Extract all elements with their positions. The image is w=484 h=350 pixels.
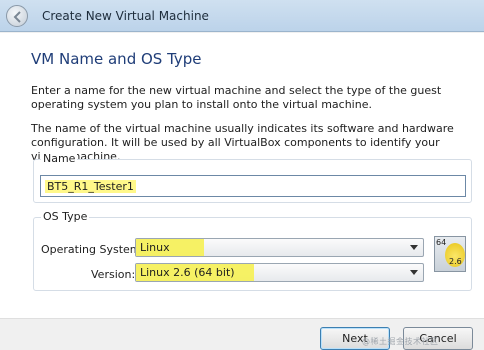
linux-os-icon: 64 2.6 xyxy=(434,236,466,272)
version-select[interactable]: Linux 2.6 (64 bit) xyxy=(135,263,424,282)
name-group: Name BT5_R1_Tester1 xyxy=(33,152,472,203)
operating-system-value: Linux xyxy=(140,241,170,254)
back-button[interactable] xyxy=(6,5,28,27)
version-value: Linux 2.6 (64 bit) xyxy=(140,266,235,279)
os-icon-version: 2.6 xyxy=(449,257,462,266)
back-arrow-icon xyxy=(13,11,21,23)
os-type-group: OS Type Operating System: Linux Version:… xyxy=(33,210,472,291)
operating-system-label: Operating System: xyxy=(41,243,145,256)
window-title: Create New Virtual Machine xyxy=(42,9,209,23)
page-heading: VM Name and OS Type xyxy=(31,50,202,68)
intro-paragraph: Enter a name for the new virtual machine… xyxy=(31,84,442,111)
name-group-label: Name xyxy=(41,152,78,165)
chevron-down-icon xyxy=(410,270,418,275)
os-type-group-label: OS Type xyxy=(41,210,90,223)
title-bar: Create New Virtual Machine xyxy=(0,0,484,32)
wizard-content: VM Name and OS Type Enter a name for the… xyxy=(0,33,484,318)
vm-name-value: BT5_R1_Tester1 xyxy=(45,180,136,193)
chevron-down-icon xyxy=(410,245,418,250)
version-label: Version: xyxy=(91,268,136,281)
name-info-paragraph: The name of the virtual machine usually … xyxy=(31,122,454,163)
operating-system-select[interactable]: Linux xyxy=(135,238,424,257)
vm-name-input[interactable]: BT5_R1_Tester1 xyxy=(40,175,466,197)
os-icon-bits: 64 xyxy=(436,238,447,247)
watermark: @稀土掘金技术社区 xyxy=(362,337,439,346)
